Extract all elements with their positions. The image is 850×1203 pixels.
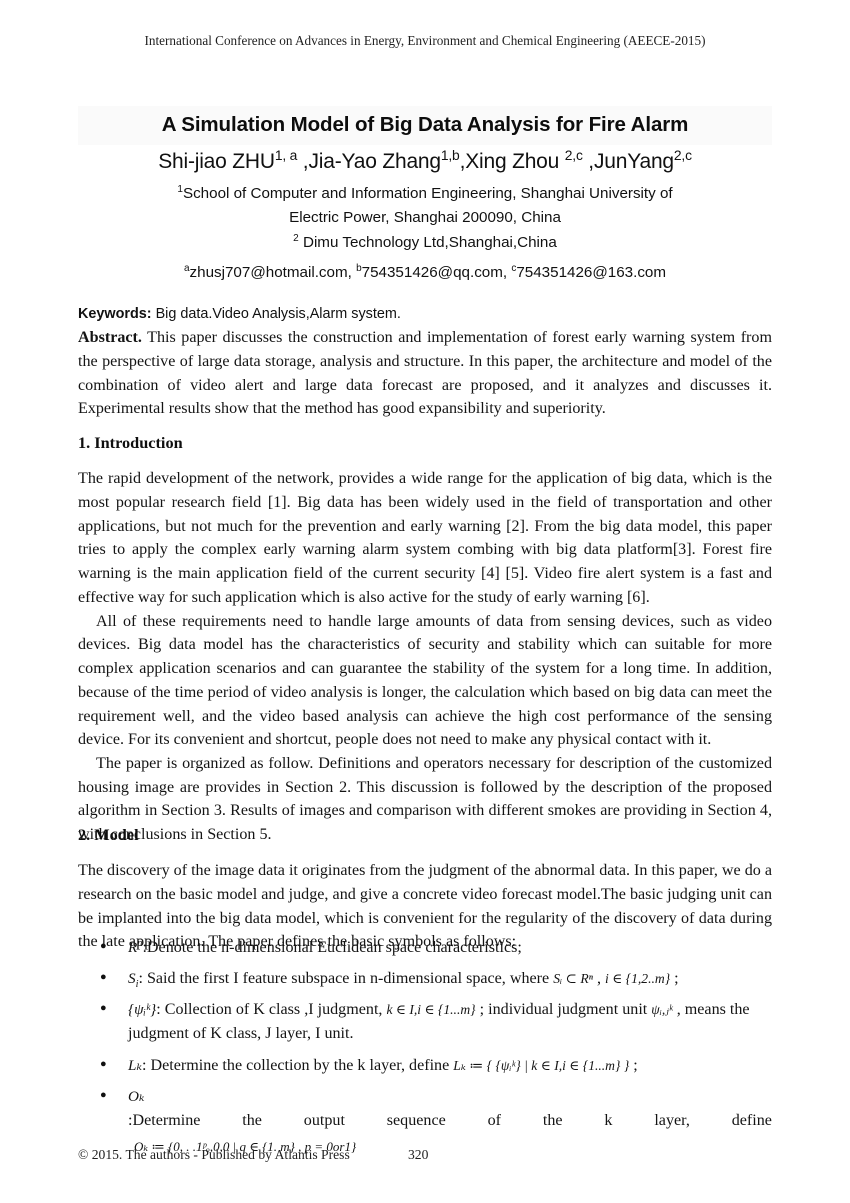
affiliation-1-text: School of Computer and Information Engin…: [182, 184, 673, 202]
symbol-psi-text: : Collection of K class ,I judgment,: [156, 1001, 387, 1019]
list-item-lk: Lₖ: Determine the collection by the k la…: [78, 1054, 772, 1078]
keywords-label: Keywords:: [78, 306, 152, 322]
ok-word-5: the: [542, 1111, 563, 1129]
list-item-ok: Oₖ :Determine the output sequence of the…: [78, 1085, 772, 1157]
abstract-text: This paper discusses the construction an…: [78, 329, 772, 418]
author-1-sup: 1, a: [274, 147, 298, 163]
symbol-si-text: : Said the first I feature subspace in n…: [138, 970, 554, 988]
ok-word-3: sequence: [386, 1111, 446, 1129]
title-band: A Simulation Model of Big Data Analysis …: [78, 106, 772, 145]
affiliation-2: 2 Dimu Technology Ltd,Shanghai,China: [78, 231, 772, 256]
running-header: International Conference on Advances in …: [144, 33, 706, 48]
section-1-paragraph-1: The rapid development of the network, pr…: [78, 470, 772, 606]
author-2-sup: 1,b: [440, 147, 460, 163]
footer-copyright: © 2015. The authors - Published by Atlan…: [78, 1147, 350, 1162]
affiliation-1: 1School of Computer and Information Engi…: [78, 182, 772, 207]
email-3[interactable]: 754351426@163.com: [516, 264, 666, 281]
list-item-psi: {ψᵢᵏ}: Collection of K class ,I judgment…: [78, 998, 772, 1046]
formula-si-subset-rn: Sᵢ ⊂ Rⁿ: [553, 971, 593, 987]
formula-i-in-set: i ∈ {1,2..m}: [605, 971, 671, 987]
affiliation-2-text: Dimu Technology Ltd,Shanghai,China: [298, 233, 557, 251]
formula-psi-ij-k: ψᵢ,ⱼᵏ: [651, 1002, 673, 1018]
section-1-paragraph-2: All of these requirements need to handle…: [78, 612, 772, 749]
section-introduction: 1. Introduction The rapid development of…: [78, 432, 772, 847]
front-matter: Shi-jiao ZHU1, a ,Jia-Yao Zhang1,b,Xing …: [78, 148, 772, 285]
affiliation-1-cont-text: Electric Power, Shanghai 200090, China: [289, 209, 561, 227]
author-4-sup: 2,c: [673, 147, 692, 163]
symbol-si: Si: [128, 970, 139, 991]
email-2[interactable]: 754351426@qq.com,: [362, 264, 512, 281]
symbol-ok: Oₖ: [128, 1087, 145, 1105]
ok-word-0: :Determine: [128, 1111, 201, 1129]
symbol-psi-mid: ; individual judgment unit: [475, 1001, 652, 1019]
author-1-name: Shi-jiao ZHU: [158, 150, 275, 173]
symbol-si-mid: ,: [592, 970, 606, 988]
symbol-rn-text: :Denote the n-dimensional Euclidean spac…: [142, 939, 522, 956]
ok-word-6: k: [604, 1111, 613, 1129]
keywords-abstract-block: Keywords: Big data.Video Analysis,Alarm …: [78, 305, 772, 421]
abstract-label: Abstract.: [78, 329, 142, 347]
symbol-ok-text-row: :Determine the output sequence of the k …: [128, 1109, 772, 1133]
section-model: 2. Model The discovery of the image data…: [78, 824, 772, 954]
section-2-heading: 2. Model: [78, 825, 139, 844]
author-line: Shi-jiao ZHU1, a ,Jia-Yao Zhang1,b,Xing …: [78, 148, 772, 176]
symbol-si-tail: ;: [670, 970, 679, 988]
list-item-si: Si: Said the first I feature subspace in…: [78, 967, 772, 991]
author-3-name: Xing Zhou: [465, 150, 565, 173]
footer-page-number: 320: [408, 1147, 429, 1162]
ok-word-7: layer,: [654, 1111, 690, 1129]
symbol-lk-tail: ;: [629, 1056, 638, 1074]
author-4-name: JunYang: [593, 150, 674, 173]
symbol-rn: Rn: [128, 937, 143, 956]
formula-k-in-i: k ∈ I,i ∈ {1...m}: [386, 1002, 476, 1018]
symbol-lk: Lₖ: [128, 1056, 142, 1074]
symbol-lk-text: : Determine the collection by the k laye…: [142, 1056, 454, 1074]
email-1[interactable]: zhusj707@hotmail.com,: [190, 264, 357, 281]
ok-word-1: the: [242, 1111, 262, 1129]
section-1-heading: 1. Introduction: [78, 433, 183, 452]
symbol-list: Rn:Denote the n-dimensional Euclidean sp…: [78, 936, 772, 1156]
symbol-psi-set: {ψᵢᵏ}: [128, 1001, 157, 1019]
author-3-sup: 2,c: [564, 147, 583, 163]
keywords-line: Keywords: Big data.Video Analysis,Alarm …: [78, 305, 772, 324]
ok-word-4: of: [487, 1111, 502, 1129]
author-sep-3: ,: [582, 150, 594, 173]
list-item-rn: Rn:Denote the n-dimensional Euclidean sp…: [78, 936, 772, 960]
keywords-text: Big data.Video Analysis,Alarm system.: [151, 306, 401, 322]
formula-lk-def: Lₖ ≔ { {ψᵢᵏ} | k ∈ I,i ∈ {1...m} }: [453, 1057, 630, 1073]
symbol-definition-list: Rn:Denote the n-dimensional Euclidean sp…: [78, 936, 772, 1163]
author-2-name: Jia-Yao Zhang: [308, 150, 441, 173]
page-title: A Simulation Model of Big Data Analysis …: [161, 113, 689, 136]
author-sep-1: ,: [297, 150, 309, 173]
ok-word-2: output: [303, 1111, 345, 1129]
affiliation-1-cont: Electric Power, Shanghai 200090, China: [78, 206, 772, 231]
email-line: azhusj707@hotmail.com, b754351426@qq.com…: [78, 261, 772, 286]
paper-page: International Conference on Advances in …: [0, 0, 850, 1203]
abstract-paragraph: Abstract. This paper discusses the const…: [78, 326, 772, 421]
ok-word-8: define: [731, 1111, 772, 1129]
